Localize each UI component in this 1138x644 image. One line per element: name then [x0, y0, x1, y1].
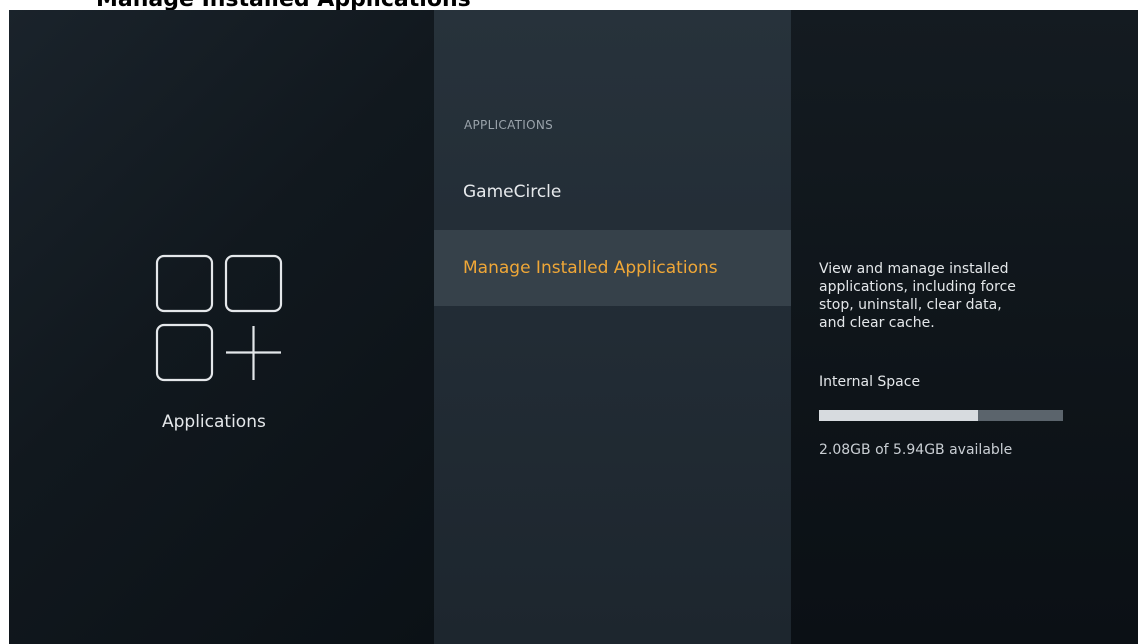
cut-off-title: Manage Installed Applications [96, 0, 471, 10]
storage-available-text: 2.08GB of 5.94GB available [819, 442, 1013, 458]
menu-item-gamecircle[interactable]: GameCircle [434, 154, 791, 230]
settings-screen: Applications APPLICATIONS GameCircle Man… [9, 10, 1138, 644]
storage-label: Internal Space [819, 374, 921, 390]
apps-grid-plus-icon [155, 254, 283, 382]
menu-pane: APPLICATIONS GameCircle Manage Installed… [434, 10, 791, 644]
menu-item-manage-installed-applications[interactable]: Manage Installed Applications [434, 230, 791, 306]
storage-bar [819, 410, 1063, 421]
storage-bar-fill [819, 410, 978, 421]
details-pane: View and manage installed applications, … [791, 10, 1138, 644]
top-strip: Manage Installed Applications [0, 0, 1138, 10]
description-text: View and manage installed applications, … [819, 261, 1016, 331]
section-header: APPLICATIONS [464, 118, 554, 132]
category-label: Applications [162, 412, 266, 432]
category-pane: Applications [9, 10, 434, 644]
